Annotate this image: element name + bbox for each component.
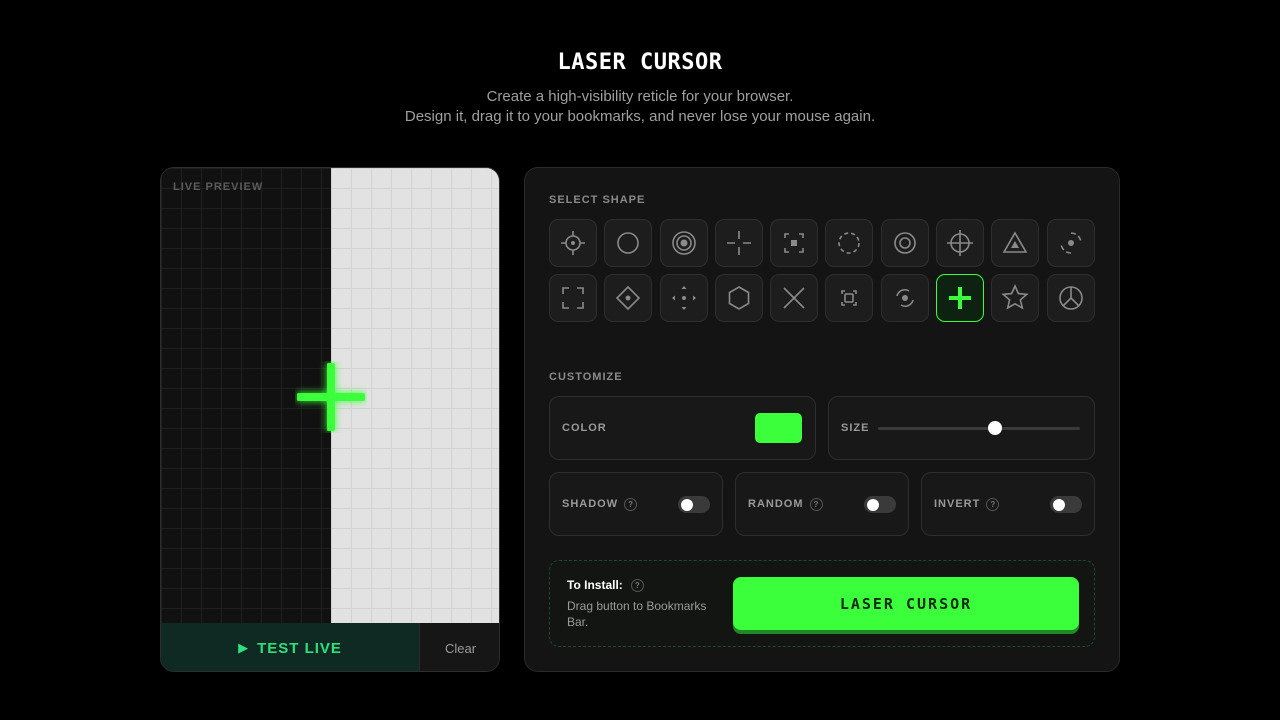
test-live-button[interactable]: ▶ TEST LIVE bbox=[161, 623, 419, 671]
test-live-label: TEST LIVE bbox=[257, 639, 342, 657]
laser-cursor-bookmarklet-button[interactable]: LASER CURSOR bbox=[733, 577, 1079, 630]
install-box: To Install: ? Drag button to Bookmarks B… bbox=[549, 560, 1095, 647]
toggle-knob bbox=[867, 498, 879, 511]
help-icon[interactable]: ? bbox=[809, 497, 823, 511]
help-icon[interactable]: ? bbox=[630, 578, 644, 592]
gap-crosshair-icon bbox=[726, 231, 751, 255]
shape-option-dashed-circle[interactable] bbox=[825, 219, 874, 267]
shape-option-concentric-circles[interactable] bbox=[659, 219, 708, 267]
arc-dot-icon bbox=[896, 289, 914, 307]
size-label: SIZE bbox=[841, 422, 870, 434]
corner-brackets-icon bbox=[562, 287, 584, 309]
star-icon bbox=[1001, 284, 1029, 310]
plus-icon bbox=[949, 287, 972, 309]
shape-option-gap-crosshair[interactable] bbox=[714, 219, 763, 267]
preview-label: LIVE PREVIEW bbox=[173, 181, 264, 193]
toggle-knob bbox=[1053, 498, 1065, 511]
shape-option-dot-crosshair[interactable] bbox=[549, 219, 597, 267]
shape-option-partial-ring-dot[interactable] bbox=[1046, 219, 1095, 267]
shape-option-square-brackets[interactable] bbox=[825, 274, 874, 322]
size-slider[interactable] bbox=[878, 421, 1080, 435]
shape-option-circle[interactable] bbox=[604, 219, 653, 267]
partial-ring-dot-icon bbox=[1059, 232, 1082, 254]
plus-icon bbox=[297, 363, 365, 431]
random-toggle[interactable] bbox=[864, 496, 896, 513]
size-slider-thumb[interactable] bbox=[988, 421, 1003, 435]
shape-option-arrows-cross[interactable] bbox=[659, 274, 708, 322]
shape-option-peace-circle[interactable] bbox=[1046, 274, 1095, 322]
shape-option-plus[interactable] bbox=[936, 274, 985, 322]
hexagon-icon bbox=[728, 286, 750, 310]
ring-dot-icon bbox=[893, 232, 916, 254]
color-card: COLOR bbox=[549, 396, 816, 460]
random-label: RANDOM ? bbox=[748, 473, 823, 535]
bracket-dot-icon bbox=[784, 233, 804, 253]
toggle-knob bbox=[681, 498, 693, 511]
invert-toggle[interactable] bbox=[1050, 496, 1082, 513]
peace-circle-icon bbox=[1058, 286, 1083, 310]
dot-crosshair-icon bbox=[561, 231, 585, 255]
invert-card: INVERT ? bbox=[921, 472, 1095, 536]
arrows-cross-icon bbox=[671, 286, 696, 310]
x-cross-icon bbox=[783, 287, 805, 309]
live-preview-panel: LIVE PREVIEW ▶ TEST LIVE Clear bbox=[160, 167, 500, 672]
random-card: RANDOM ? bbox=[735, 472, 909, 536]
shape-option-diamond-dot[interactable] bbox=[604, 274, 653, 322]
shadow-label: SHADOW ? bbox=[562, 473, 638, 535]
shape-option-arc-dot[interactable] bbox=[880, 274, 929, 322]
crosshair-circle-icon bbox=[947, 230, 974, 256]
shadow-toggle[interactable] bbox=[678, 496, 710, 513]
concentric-circles-icon bbox=[671, 231, 696, 255]
diamond-dot-icon bbox=[616, 285, 641, 311]
page-subtitle: Create a high-visibility reticle for you… bbox=[486, 88, 794, 105]
triangle-dot-icon bbox=[1002, 231, 1028, 253]
clear-button[interactable]: Clear bbox=[419, 623, 499, 671]
color-swatch[interactable] bbox=[755, 413, 802, 443]
page-title: LASER CURSOR bbox=[557, 50, 723, 75]
install-title: To Install: ? bbox=[567, 578, 644, 592]
play-icon: ▶ bbox=[238, 640, 250, 655]
page-subtitle-2: Design it, drag it to your bookmarks, an… bbox=[404, 108, 876, 125]
circle-icon bbox=[617, 232, 640, 254]
shape-option-crosshair-circle[interactable] bbox=[936, 219, 985, 267]
square-brackets-icon bbox=[841, 290, 858, 306]
shape-option-hexagon[interactable] bbox=[714, 274, 763, 322]
shape-grid bbox=[549, 219, 1097, 322]
controls-panel: SELECT SHAPE CUSTOMIZE COLOR SIZE SHADOW… bbox=[524, 167, 1120, 672]
install-description: Drag button to Bookmarks Bar. bbox=[567, 599, 707, 629]
invert-label: INVERT ? bbox=[934, 473, 1000, 535]
select-shape-label: SELECT SHAPE bbox=[549, 194, 646, 206]
help-icon[interactable]: ? bbox=[624, 497, 638, 511]
shape-option-triangle-dot[interactable] bbox=[991, 219, 1040, 267]
dashed-circle-icon bbox=[838, 232, 861, 254]
customize-label: CUSTOMIZE bbox=[549, 371, 623, 383]
shadow-card: SHADOW ? bbox=[549, 472, 723, 536]
shape-option-bracket-dot[interactable] bbox=[770, 219, 819, 267]
size-card: SIZE bbox=[828, 396, 1095, 460]
color-label: COLOR bbox=[562, 422, 607, 434]
shape-option-corner-brackets[interactable] bbox=[549, 274, 597, 322]
shape-option-star[interactable] bbox=[991, 274, 1040, 322]
help-icon[interactable]: ? bbox=[986, 497, 1000, 511]
shape-option-ring-dot[interactable] bbox=[880, 219, 929, 267]
shape-option-x-cross[interactable] bbox=[770, 274, 819, 322]
